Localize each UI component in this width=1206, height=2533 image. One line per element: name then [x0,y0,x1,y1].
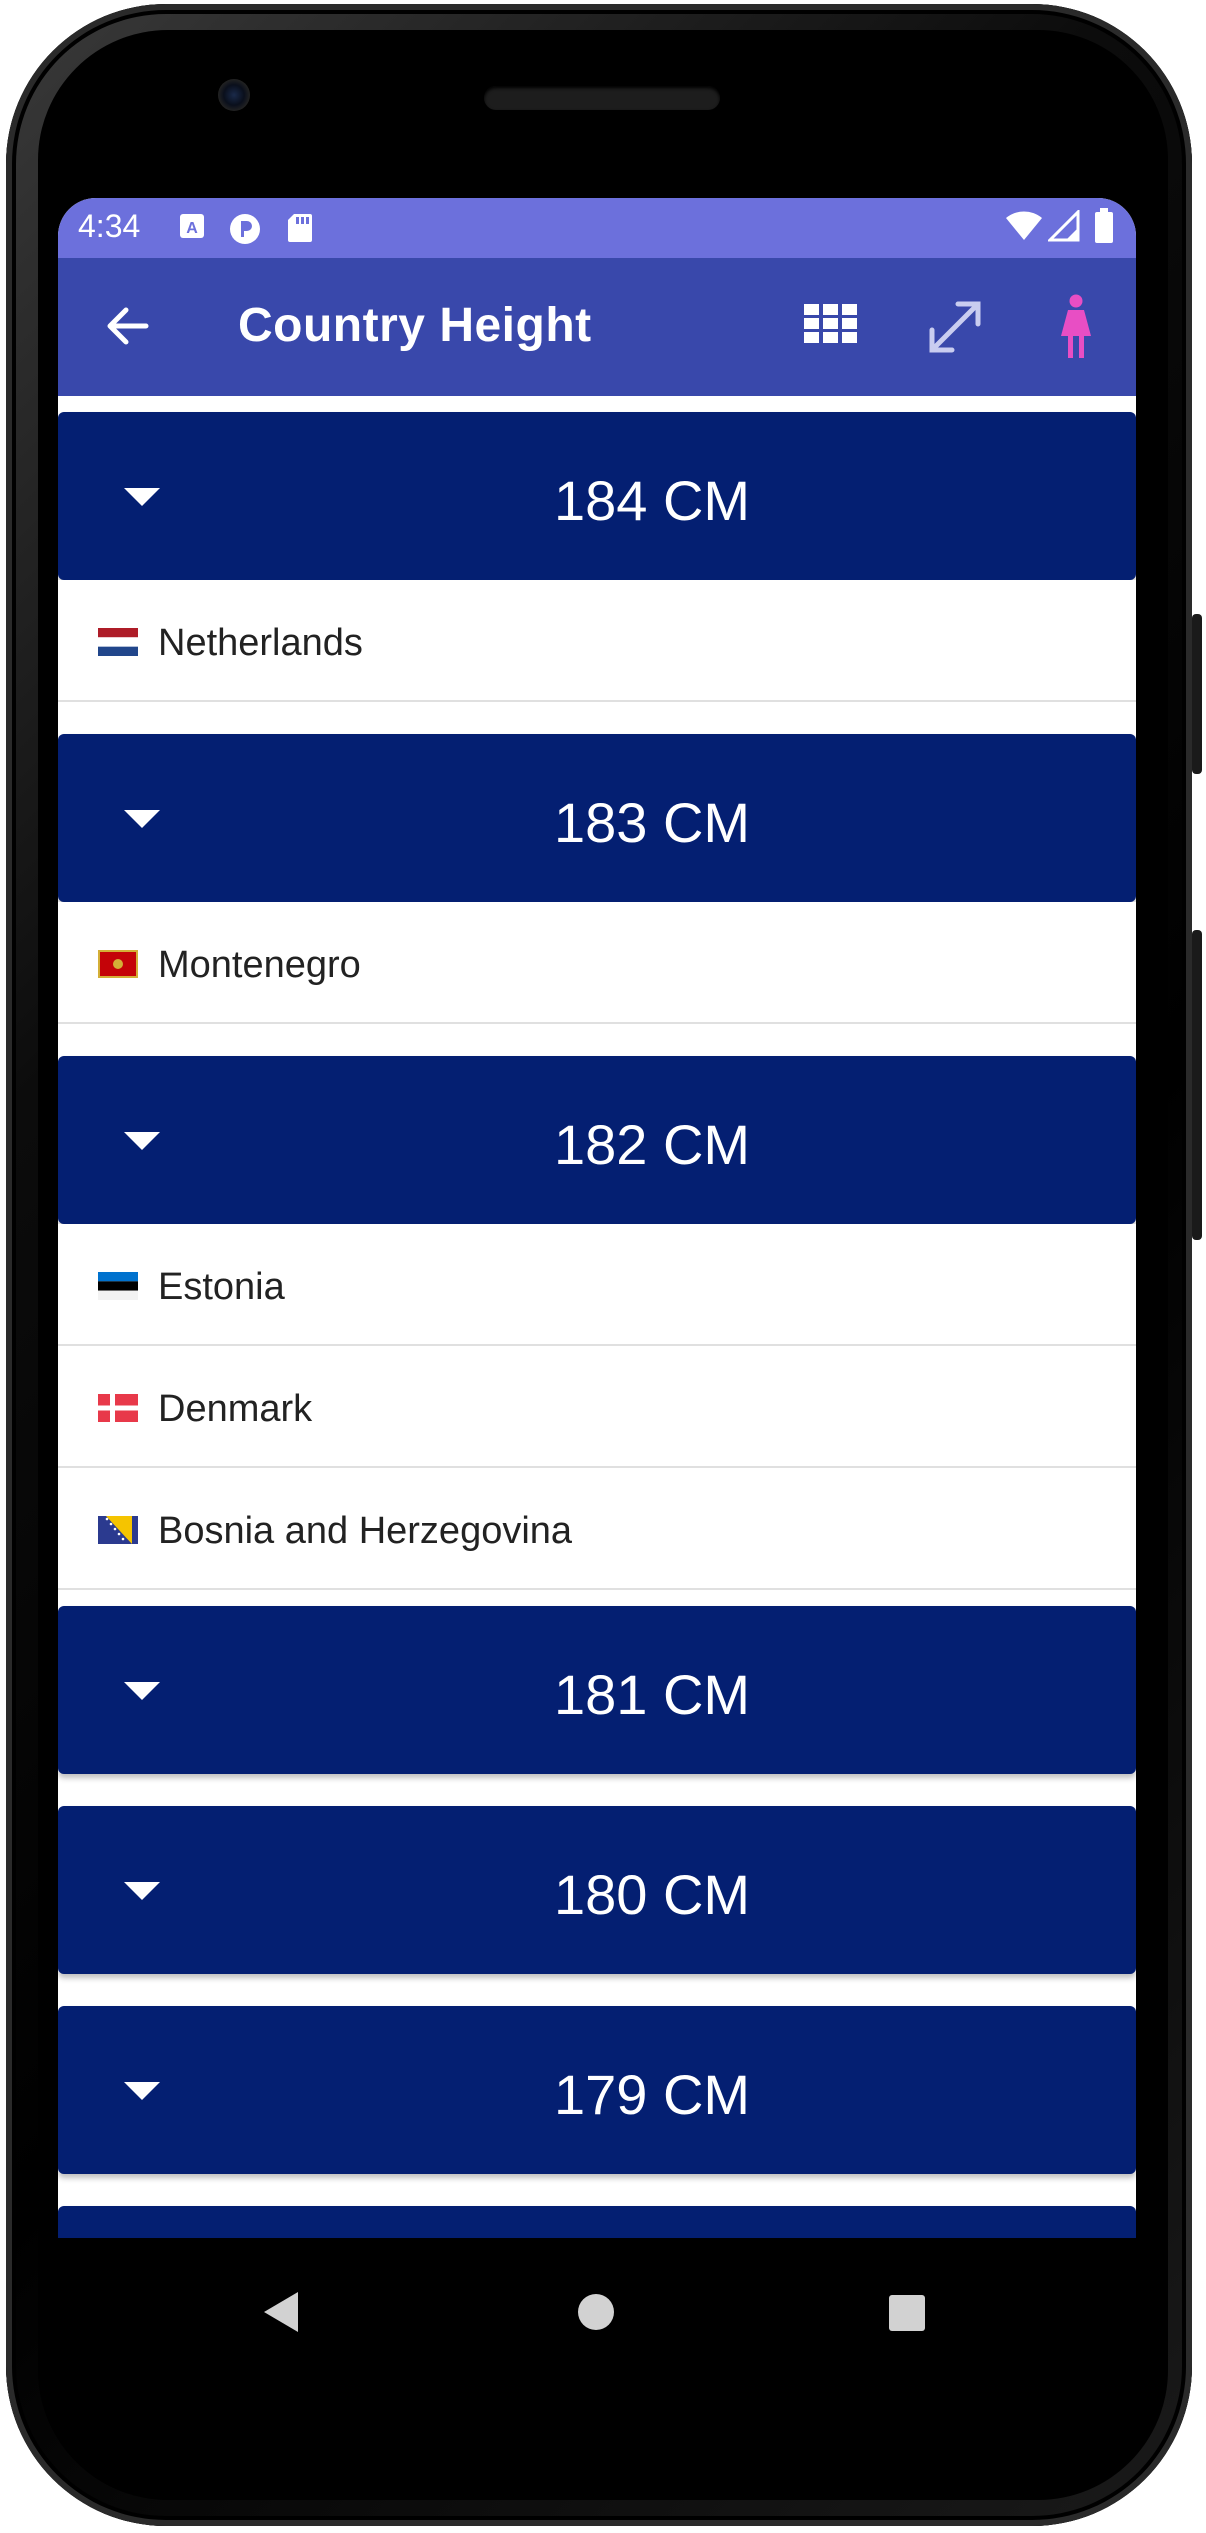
list-item[interactable]: Netherlands [58,580,1136,702]
group-label: 180 CM [553,1863,751,1926]
country-name: Montenegro [158,944,361,986]
group-header-next-partial[interactable] [58,2206,1136,2238]
power-button [1192,614,1202,774]
wifi-icon [1004,210,1044,247]
list-item[interactable]: Estonia [58,1224,1136,1346]
female-person-icon[interactable] [1056,294,1096,363]
list-item[interactable]: Bosnia and Herzegovina [58,1468,1136,1590]
sd-card-icon [286,212,314,249]
phone-frame: 4:34 A Country Height 184 CM Netherlands… [0,0,1206,2533]
group-header-181[interactable]: 181 CM [58,1606,1136,1774]
country-height-list: 184 CM Netherlands 183 CM Montenegro 182… [58,396,1136,2238]
volume-button [1192,930,1202,1240]
group-header-184[interactable]: 184 CM [58,412,1136,580]
expand-arrows-icon[interactable] [922,294,988,365]
country-name: Bosnia and Herzegovina [158,1510,573,1552]
netherlands-flag-icon [98,628,138,656]
cell-signal-icon [1046,208,1082,247]
denmark-flag-icon [98,1394,138,1422]
pocket-cast-icon [228,212,262,251]
country-name: Netherlands [158,622,363,664]
group-label: 182 CM [553,1113,751,1176]
navigation-bar [58,2238,1136,2408]
page-title: Country Height [238,299,592,352]
front-camera [218,79,250,111]
montenegro-flag-icon [98,950,138,978]
bosnia-flag-icon [98,1516,138,1544]
keyboard-a-icon: A [178,212,206,245]
list-item[interactable]: Denmark [58,1346,1136,1468]
battery-icon [1094,208,1114,249]
home-nav-icon[interactable] [576,2292,616,2337]
back-arrow-icon[interactable] [98,296,158,361]
earpiece-speaker [484,86,720,110]
recents-nav-icon[interactable] [888,2294,926,2337]
country-name: Denmark [158,1388,313,1430]
group-header-182[interactable]: 182 CM [58,1056,1136,1224]
group-header-180[interactable]: 180 CM [58,1806,1136,1974]
estonia-flag-icon [98,1272,138,1300]
list-item[interactable]: Montenegro [58,902,1136,1024]
group-header-183[interactable]: 183 CM [58,734,1136,902]
svg-text:A: A [186,220,198,237]
screen: 4:34 A Country Height 184 CM Netherlands… [58,198,1136,2238]
grid-icon[interactable] [804,304,858,349]
back-nav-icon[interactable] [262,2290,302,2339]
country-name: Estonia [158,1266,285,1308]
group-label: 184 CM [553,469,751,532]
status-time: 4:34 [78,208,141,244]
group-label: 181 CM [553,1663,751,1726]
group-header-179[interactable]: 179 CM [58,2006,1136,2174]
group-label: 179 CM [553,2063,751,2126]
app-bar: Country Height [58,258,1136,396]
group-label: 183 CM [553,791,751,854]
status-bar: 4:34 A [58,198,1136,258]
